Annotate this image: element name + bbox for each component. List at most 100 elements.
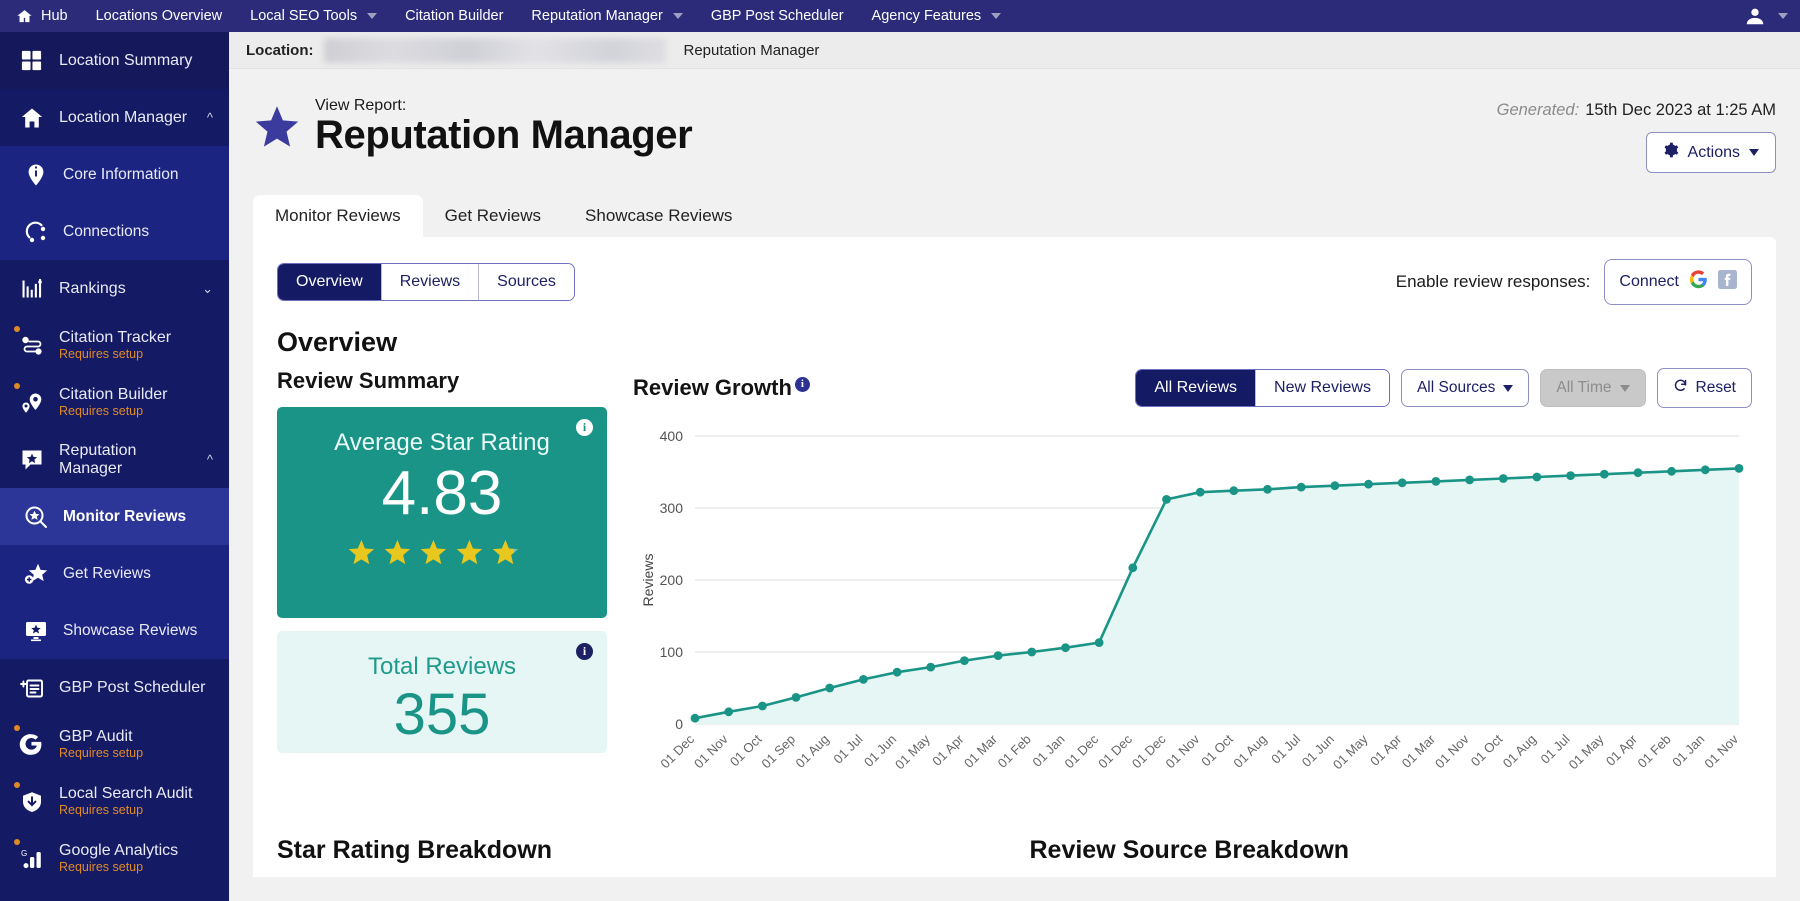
sidebar-item-sublabel: Requires setup — [59, 405, 168, 419]
sidebar-item-label: Citation BuilderRequires setup — [59, 386, 168, 419]
enable-responses-area: Enable review responses: Connect — [1396, 259, 1752, 305]
svg-text:01 Dec: 01 Dec — [657, 731, 697, 771]
svg-text:G: G — [21, 849, 27, 858]
sidebar-item-gbp-audit[interactable]: GBP AuditRequires setup — [0, 716, 229, 773]
topnav-item-citation-builder[interactable]: Citation Builder — [391, 0, 517, 32]
chevron-up-icon[interactable]: ^ — [207, 110, 217, 125]
sidebar-item-gbp-post-scheduler[interactable]: GBP Post Scheduler — [0, 659, 229, 716]
enable-responses-label: Enable review responses: — [1396, 272, 1591, 292]
subtab-reviews[interactable]: Reviews — [382, 264, 479, 300]
star-breakdown-title: Star Rating Breakdown — [277, 836, 1000, 865]
google-g-icon — [1689, 270, 1708, 294]
svg-text:01 Feb: 01 Feb — [1634, 732, 1673, 771]
connect-label: Connect — [1619, 273, 1679, 291]
topnav-item-label: Citation Builder — [405, 8, 503, 24]
sidebar-item-label: GBP Post Scheduler — [59, 679, 205, 697]
sidebar-item-monitor-reviews[interactable]: Monitor Reviews — [0, 488, 229, 545]
sidebar-item-citation-builder[interactable]: Citation BuilderRequires setup — [0, 374, 229, 431]
chevron-down-icon[interactable] — [1778, 13, 1788, 19]
tab-showcase-reviews[interactable]: Showcase Reviews — [563, 195, 754, 237]
star-bubble-icon — [18, 446, 45, 473]
topnav-item-agency-features[interactable]: Agency Features — [858, 0, 1016, 32]
review-growth-title: Review Growthi — [633, 375, 810, 401]
sidebar-item-label: Location Manager — [59, 109, 187, 127]
all-sources-dropdown[interactable]: All Sources — [1401, 369, 1529, 407]
svg-text:01 Aug: 01 Aug — [1500, 732, 1539, 771]
sidebar-item-location-summary[interactable]: Location Summary — [0, 32, 229, 89]
svg-text:01 Apr: 01 Apr — [929, 731, 967, 769]
growth-toggle-new-reviews[interactable]: New Reviews — [1256, 370, 1389, 406]
total-reviews-card: i Total Reviews 355 — [277, 631, 607, 753]
topnav-item-reputation-manager[interactable]: Reputation Manager — [517, 0, 696, 32]
subtab-overview[interactable]: Overview — [278, 264, 382, 300]
review-source-breakdown-section: Review Source Breakdown 86% Google — [1030, 836, 1753, 877]
info-icon[interactable]: i — [576, 643, 593, 660]
reset-label: Reset — [1696, 379, 1737, 397]
sidebar-item-connections[interactable]: Connections — [0, 203, 229, 260]
top-navigation-bar: Hub Locations Overview Local SEO Tools Cita… — [0, 0, 1800, 32]
topnav-item-label: Reputation Manager — [531, 8, 662, 24]
tab-get-reviews[interactable]: Get Reviews — [423, 195, 563, 237]
chevron-down-icon[interactable]: ⌄ — [202, 281, 217, 297]
location-label: Location: — [246, 42, 314, 59]
location-value-redacted — [324, 38, 666, 63]
svg-text:01 Nov: 01 Nov — [1701, 731, 1741, 771]
sidebar-item-label: Get Reviews — [63, 565, 151, 582]
connect-button[interactable]: Connect — [1604, 259, 1752, 305]
topnav-item-locations-overview[interactable]: Locations Overview — [82, 0, 237, 32]
alert-dot — [14, 383, 20, 389]
star-rating-display — [287, 536, 597, 573]
review-growth-chart[interactable]: 0100200300400Reviews01 Dec01 Nov01 Oct01… — [633, 422, 1752, 822]
average-rating-value: 4.83 — [287, 461, 597, 526]
user-avatar-icon[interactable] — [1740, 1, 1770, 31]
actions-label: Actions — [1688, 144, 1740, 162]
sidebar-item-sublabel: Requires setup — [59, 348, 171, 362]
top-nav-items: Hub Locations Overview Local SEO Tools Cita… — [0, 0, 1015, 32]
growth-toggle-all-reviews[interactable]: All Reviews — [1136, 370, 1256, 406]
sidebar-item-label: Monitor Reviews — [63, 508, 186, 525]
top-nav-account-area — [1740, 1, 1800, 31]
sidebar-item-white-label-settings[interactable]: White Label Settings — [0, 887, 229, 901]
actions-button[interactable]: Actions — [1646, 132, 1776, 173]
svg-text:01 Nov: 01 Nov — [1432, 731, 1472, 771]
report-header-right: Generated:15th Dec 2023 at 1:25 AM Actio… — [1497, 91, 1776, 173]
topnav-item-label: Locations Overview — [96, 8, 223, 24]
sidebar-item-location-manager[interactable]: Location Manager ^ — [0, 89, 229, 146]
tab-monitor-reviews[interactable]: Monitor Reviews — [253, 195, 423, 237]
sidebar-item-citation-tracker[interactable]: Citation TrackerRequires setup — [0, 317, 229, 374]
generated-timestamp: Generated:15th Dec 2023 at 1:25 AM — [1497, 101, 1776, 120]
topnav-item-gbp-post-scheduler[interactable]: GBP Post Scheduler — [697, 0, 858, 32]
sidebar-item-label: Local Search AuditRequires setup — [59, 785, 192, 818]
sidebar-item-label: Citation TrackerRequires setup — [59, 329, 171, 362]
alert-dot — [14, 782, 20, 788]
sidebar-item-reputation-manager[interactable]: Reputation Manager^ — [0, 431, 229, 488]
topnav-item-hub[interactable]: Hub — [0, 0, 82, 32]
overview-heading: Overview — [253, 305, 1776, 358]
sidebar-item-local-search-audit[interactable]: Local Search AuditRequires setup — [0, 773, 229, 830]
info-icon[interactable]: i — [576, 419, 593, 436]
sidebar-item-showcase-reviews[interactable]: Showcase Reviews — [0, 602, 229, 659]
reset-button[interactable]: Reset — [1657, 368, 1753, 408]
info-icon[interactable]: i — [795, 377, 810, 392]
chevron-down-icon — [367, 13, 377, 19]
chevron-down-icon — [1503, 385, 1513, 392]
screen-star-icon — [22, 617, 49, 644]
review-summary-column: Review Summary i Average Star Rating 4.8… — [277, 368, 607, 822]
sidebar-item-google-analytics[interactable]: GGoogle AnalyticsRequires setup — [0, 830, 229, 887]
overview-panel: OverviewReviewsSources Enable review res… — [253, 237, 1776, 877]
sidebar-item-core-information[interactable]: Core Information — [0, 146, 229, 203]
subtab-sources[interactable]: Sources — [479, 264, 574, 300]
svg-text:01 Apr: 01 Apr — [1603, 731, 1641, 769]
svg-text:01 Oct: 01 Oct — [1468, 731, 1506, 769]
svg-text:01 Aug: 01 Aug — [793, 732, 832, 771]
alert-dot — [14, 326, 20, 332]
svg-text:200: 200 — [660, 572, 684, 588]
review-growth-header: Review Growthi All ReviewsNew Reviews Al… — [633, 368, 1752, 408]
svg-text:01 Jul: 01 Jul — [1268, 731, 1303, 766]
time-range-dropdown[interactable]: All Time — [1540, 369, 1645, 407]
chevron-up-icon[interactable]: ^ — [207, 452, 217, 467]
topnav-item-local-seo-tools[interactable]: Local SEO Tools — [236, 0, 391, 32]
sidebar-item-get-reviews[interactable]: Get Reviews — [0, 545, 229, 602]
sidebar-item-rankings[interactable]: Rankings⌄ — [0, 260, 229, 317]
location-bar: Location: Reputation Manager — [229, 32, 1800, 69]
